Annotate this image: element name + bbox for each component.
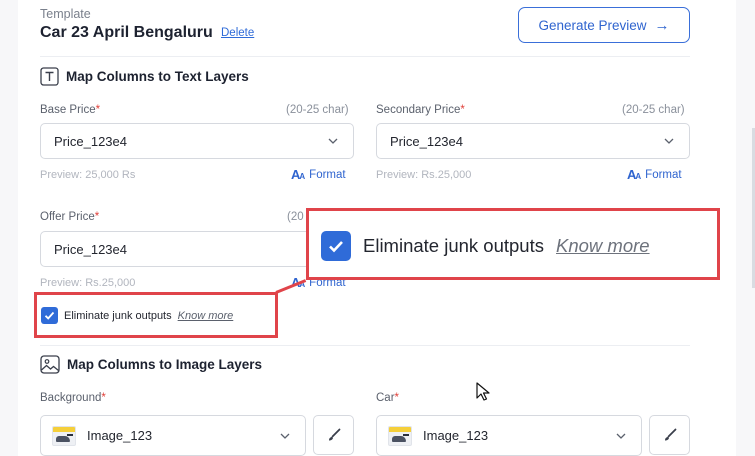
base-price-hint: (20-25 char) bbox=[286, 104, 349, 116]
image-layers-title: Map Columns to Image Layers bbox=[67, 357, 263, 372]
mouse-cursor-icon bbox=[476, 382, 490, 407]
base-price-value: Price_123e4 bbox=[54, 133, 127, 149]
image-thumbnail bbox=[388, 425, 412, 446]
text-format-icon: AA bbox=[627, 167, 641, 182]
offer-price-hint: (20 bbox=[287, 211, 304, 223]
text-layers-heading: Map Columns to Text Layers bbox=[40, 67, 249, 86]
highlight-box bbox=[34, 292, 278, 338]
background-value: Image_123 bbox=[87, 428, 153, 443]
zoom-eliminate-junk-label: Eliminate junk outputs bbox=[363, 235, 544, 256]
offer-price-label: Offer Price* bbox=[40, 211, 100, 223]
template-name: Car 23 April Bengaluru bbox=[40, 24, 213, 41]
offer-price-value: Price_123e4 bbox=[54, 241, 127, 257]
background-select[interactable]: Image_123 bbox=[40, 415, 306, 456]
generate-preview-button[interactable]: Generate Preview → bbox=[518, 7, 690, 43]
zoom-eliminate-junk-row: Eliminate junk outputs Know more bbox=[321, 231, 650, 261]
base-price-format-button[interactable]: AA Format bbox=[291, 167, 346, 182]
delete-template-link[interactable]: Delete bbox=[221, 27, 254, 39]
chevron-down-icon bbox=[663, 135, 675, 150]
offer-price-preview: Preview: Rs.25,000 bbox=[40, 277, 136, 289]
background-label: Background* bbox=[40, 392, 106, 404]
car-label: Car* bbox=[376, 392, 400, 404]
image-layer-icon bbox=[40, 355, 60, 374]
base-price-label: Base Price* bbox=[40, 104, 101, 116]
template-label: Template bbox=[40, 7, 91, 21]
secondary-price-preview: Preview: Rs.25,000 bbox=[376, 169, 472, 181]
zoom-checkbox bbox=[321, 231, 351, 261]
image-thumbnail bbox=[52, 425, 76, 446]
brush-icon bbox=[664, 428, 676, 441]
background-edit-button[interactable] bbox=[313, 415, 354, 455]
secondary-price-format-button[interactable]: AA Format bbox=[627, 167, 682, 182]
secondary-price-select[interactable]: Price_123e4 bbox=[376, 123, 690, 159]
check-icon bbox=[329, 241, 343, 253]
text-format-icon: AA bbox=[291, 167, 305, 182]
zoom-know-more-link: Know more bbox=[556, 235, 650, 256]
divider bbox=[40, 56, 690, 57]
zoom-callout: Eliminate junk outputs Know more bbox=[306, 208, 720, 280]
chevron-down-icon bbox=[615, 430, 627, 445]
car-edit-button[interactable] bbox=[649, 415, 690, 455]
brush-icon bbox=[328, 428, 340, 441]
image-layers-heading: Map Columns to Image Layers bbox=[40, 355, 262, 374]
secondary-price-value: Price_123e4 bbox=[390, 133, 463, 149]
chevron-down-icon bbox=[327, 135, 339, 150]
base-price-preview: Preview: 25,000 Rs bbox=[40, 169, 136, 181]
car-value: Image_123 bbox=[423, 428, 489, 443]
secondary-price-hint: (20-25 char) bbox=[622, 104, 685, 116]
text-layers-title: Map Columns to Text Layers bbox=[66, 69, 249, 84]
base-price-select[interactable]: Price_123e4 bbox=[40, 123, 354, 159]
secondary-price-label: Secondary Price* bbox=[376, 104, 465, 116]
text-layer-icon bbox=[40, 67, 59, 86]
arrow-right-icon: → bbox=[654, 16, 670, 34]
divider bbox=[40, 345, 690, 346]
chevron-down-icon bbox=[279, 430, 291, 445]
car-select[interactable]: Image_123 bbox=[376, 415, 642, 456]
generate-preview-label: Generate Preview bbox=[538, 17, 647, 33]
